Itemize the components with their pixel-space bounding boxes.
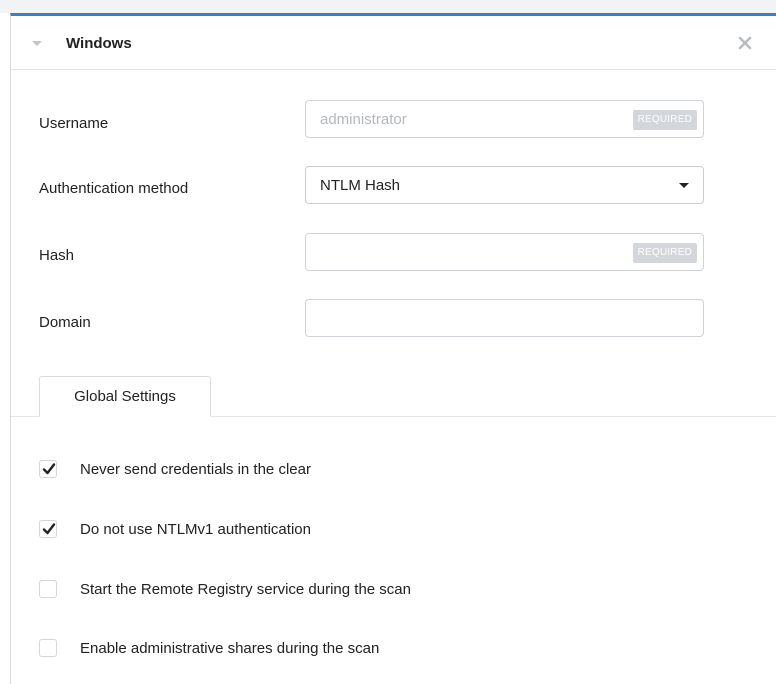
checkbox[interactable]	[39, 460, 57, 478]
setting-remote-registry[interactable]: Start the Remote Registry service during…	[39, 579, 411, 599]
chevron-down-icon	[679, 183, 689, 188]
domain-label: Domain	[39, 314, 91, 331]
setting-admin-shares[interactable]: Enable administrative shares during the …	[39, 638, 379, 658]
username-label: Username	[39, 115, 109, 132]
tab-global-settings[interactable]: Global Settings	[39, 376, 211, 417]
domain-input[interactable]	[306, 300, 703, 336]
panel-header: Windows	[11, 16, 776, 70]
setting-no-ntlmv1[interactable]: Do not use NTLMv1 authentication	[39, 519, 311, 539]
setting-label: Start the Remote Registry service during…	[80, 580, 411, 598]
hash-label: Hash	[39, 247, 75, 264]
hash-field[interactable]: REQUIRED	[305, 233, 704, 271]
windows-credential-panel: Windows Username REQUIRED Authentication…	[10, 13, 776, 684]
setting-label: Do not use NTLMv1 authentication	[80, 520, 311, 538]
checkbox[interactable]	[39, 580, 57, 598]
setting-never-send-clear[interactable]: Never send credentials in the clear	[39, 459, 311, 479]
close-icon[interactable]	[735, 33, 755, 53]
checkbox[interactable]	[39, 520, 57, 538]
caret-down-icon[interactable]	[32, 41, 42, 46]
domain-field[interactable]	[305, 299, 704, 337]
required-badge: REQUIRED	[632, 243, 697, 263]
setting-label: Never send credentials in the clear	[80, 460, 311, 478]
required-badge: REQUIRED	[632, 110, 697, 130]
auth-method-selected-value: NTLM Hash	[320, 177, 401, 194]
checkmark-icon	[42, 463, 56, 475]
checkbox[interactable]	[39, 639, 57, 657]
auth-method-select[interactable]: NTLM Hash	[305, 166, 704, 204]
username-field[interactable]: REQUIRED	[305, 100, 704, 138]
auth-method-label: Authentication method	[39, 180, 189, 197]
panel-title: Windows	[66, 35, 132, 52]
setting-label: Enable administrative shares during the …	[80, 639, 380, 657]
background-strip	[0, 0, 776, 13]
checkmark-icon	[42, 523, 56, 535]
